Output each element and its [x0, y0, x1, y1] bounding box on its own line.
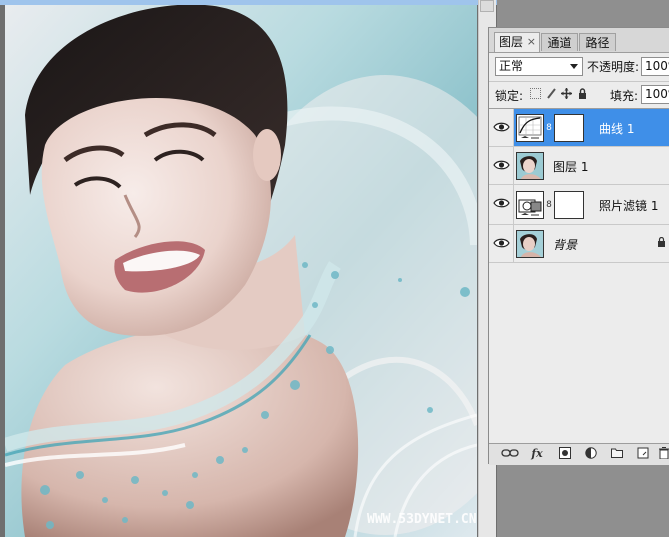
- lock-position-icon[interactable]: [561, 88, 572, 99]
- chain-link-icon[interactable]: 8: [545, 200, 553, 210]
- blend-mode-select[interactable]: 正常: [495, 57, 583, 76]
- adjustment-layer-icon[interactable]: [585, 447, 597, 461]
- tab-paths-label: 路径: [585, 36, 610, 50]
- eye-icon: [493, 122, 510, 132]
- chain-link-icon[interactable]: 8: [545, 123, 553, 133]
- layer-thumbnail: [516, 230, 544, 258]
- workspace-gap: [497, 0, 669, 23]
- panel-bottom-toolbar: fx: [489, 443, 669, 465]
- image-canvas[interactable]: WWW.53DYNET.CN: [5, 5, 477, 537]
- tab-channels-label: 通道: [547, 36, 572, 50]
- panel-tabbar: 图层 × 通道 路径: [489, 28, 669, 53]
- lock-icon: [657, 236, 666, 250]
- canvas-image: WWW.53DYNET.CN: [5, 5, 477, 537]
- layer-name[interactable]: 背景: [553, 236, 577, 253]
- photo-filter-adjustment-icon: [516, 191, 544, 219]
- layer-mask-thumb[interactable]: [554, 114, 584, 142]
- opacity-field[interactable]: 100%: [641, 57, 669, 76]
- tab-channels[interactable]: 通道: [541, 33, 578, 51]
- eye-icon: [493, 198, 510, 208]
- blend-options-row: 正常 不透明度: 100%: [489, 54, 669, 80]
- fill-field[interactable]: 100%: [641, 85, 669, 104]
- layer-style-icon[interactable]: fx: [529, 447, 545, 461]
- add-mask-icon[interactable]: [559, 447, 571, 461]
- layer-list: 8 曲线 1 图层 1 8 照片滤镜 1 背景: [489, 108, 669, 444]
- layer-row-curves[interactable]: 8 曲线 1: [489, 109, 669, 147]
- new-group-icon[interactable]: [611, 447, 623, 461]
- tab-layers-label: 图层: [498, 35, 523, 49]
- layer-row-layer1[interactable]: 图层 1: [489, 147, 669, 185]
- canvas-watermark: WWW.53DYNET.CN: [367, 512, 477, 527]
- tab-close-icon[interactable]: ×: [527, 33, 536, 51]
- lock-transparent-pixels-icon[interactable]: [530, 88, 541, 99]
- tab-paths[interactable]: 路径: [579, 33, 616, 51]
- layer-mask-thumb[interactable]: [554, 191, 584, 219]
- scrollbar-thumb[interactable]: [480, 0, 494, 12]
- visibility-toggle[interactable]: [489, 147, 514, 184]
- lock-options-row: 锁定: 填充: 100%: [489, 81, 669, 108]
- fill-label: 填充:: [610, 89, 639, 103]
- layer-thumbnail: [516, 152, 544, 180]
- visibility-toggle[interactable]: [489, 225, 514, 262]
- layer-row-background[interactable]: 背景: [489, 225, 669, 263]
- eye-icon: [493, 238, 510, 248]
- layer-name[interactable]: 图层 1: [553, 158, 588, 175]
- curves-adjustment-icon: [516, 114, 544, 142]
- lock-all-icon[interactable]: [577, 88, 588, 99]
- layer-name[interactable]: 照片滤镜 1: [599, 197, 658, 214]
- layers-panel: 图层 × 通道 路径 正常 不透明度: 100% 锁定: 填充: 100%: [488, 27, 669, 465]
- blend-mode-value: 正常: [499, 59, 524, 73]
- eye-icon: [493, 160, 510, 170]
- visibility-toggle[interactable]: [489, 185, 514, 224]
- lock-label: 锁定:: [495, 89, 524, 103]
- tab-layers[interactable]: 图层 ×: [494, 32, 540, 52]
- layer-name[interactable]: 曲线 1: [599, 120, 634, 137]
- chevron-down-icon: [570, 64, 578, 69]
- document-window: WWW.53DYNET.CN: [0, 0, 497, 537]
- delete-layer-icon[interactable]: [659, 447, 669, 461]
- new-layer-icon[interactable]: [637, 447, 649, 461]
- visibility-toggle[interactable]: [489, 109, 514, 146]
- link-layers-icon[interactable]: [501, 447, 519, 461]
- layer-row-photo-filter[interactable]: 8 照片滤镜 1: [489, 185, 669, 225]
- lock-image-pixels-icon[interactable]: [546, 88, 557, 99]
- opacity-label: 不透明度:: [587, 60, 640, 74]
